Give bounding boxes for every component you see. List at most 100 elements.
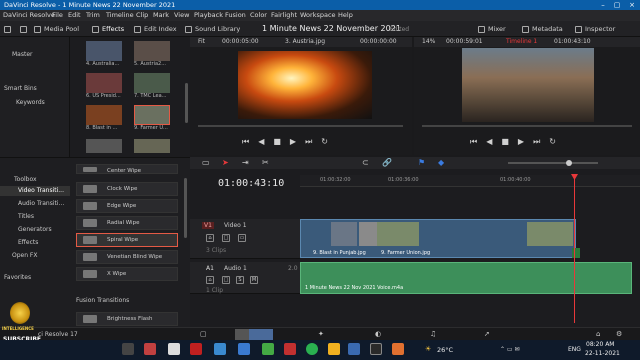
taskbar-app-icon[interactable] <box>214 343 226 355</box>
cat-generators[interactable]: Generators <box>18 226 52 233</box>
stop-icon[interactable]: ■ <box>273 137 281 149</box>
media-thumb[interactable] <box>134 73 170 93</box>
marker-icon[interactable]: ◆ <box>438 158 444 167</box>
deliver-page-icon[interactable]: ➚ <box>484 330 490 338</box>
fx-edge-wipe[interactable]: Edge Wipe <box>76 199 178 213</box>
mixer-button[interactable]: Mixer <box>478 23 506 35</box>
media-page-icon[interactable]: ▢ <box>200 330 207 338</box>
trim-tool-icon[interactable]: ⇥ <box>242 158 249 167</box>
edit-page-icon[interactable] <box>249 329 273 340</box>
timeline-scrubber[interactable] <box>422 125 632 127</box>
fx-radial-wipe[interactable]: Radial Wipe <box>76 216 178 230</box>
timeline-ruler[interactable]: 01:00:32:00 01:00:36:00 01:00:40:00 <box>300 175 640 187</box>
bin-keywords[interactable]: Keywords <box>16 99 45 106</box>
v1-name[interactable]: Video 1 <box>224 222 247 229</box>
audio-clip[interactable]: 1 Minute News 22 Nov 2021 Voice.m4a <box>300 262 632 294</box>
language-indicator[interactable]: ENG <box>568 346 581 353</box>
fx-brightness-flash[interactable]: Brightness Flash <box>76 312 178 326</box>
media-thumb[interactable] <box>86 139 122 153</box>
fx-center-wipe[interactable]: Center Wipe <box>76 164 178 174</box>
a1-name[interactable]: Audio 1 <box>224 265 247 272</box>
zoom-slider-handle[interactable] <box>566 160 572 166</box>
stop-icon[interactable]: ■ <box>501 137 509 149</box>
menu-workspace[interactable]: Workspace <box>300 11 336 19</box>
scrollbar[interactable] <box>185 83 188 123</box>
taskbar-app-icon[interactable] <box>144 343 156 355</box>
media-pool-button[interactable]: Media Pool <box>34 23 79 35</box>
cat-effects[interactable]: Effects <box>18 239 38 246</box>
play-icon[interactable]: ▶ <box>290 137 296 149</box>
play-icon[interactable]: ▶ <box>518 137 524 149</box>
weather-temp[interactable]: 26°C <box>437 346 453 354</box>
jump-start-icon[interactable]: ⏮ <box>470 137 477 149</box>
toolbar-menu[interactable] <box>4 23 27 35</box>
selection-tool-icon[interactable]: ➤ <box>222 158 229 167</box>
close-button[interactable]: × <box>625 0 639 10</box>
media-thumb[interactable] <box>134 139 170 153</box>
taskbar-app-icon[interactable] <box>284 343 296 355</box>
menu-playback[interactable]: Playback <box>194 11 223 19</box>
menu-edit[interactable]: Edit <box>68 11 81 19</box>
menu-view[interactable]: View <box>174 11 189 19</box>
fx-venetian-blind-wipe[interactable]: Venetian Blind Wipe <box>76 250 178 264</box>
link-icon[interactable]: 🔗 <box>382 158 392 167</box>
clock-time[interactable]: 08:20 AM <box>586 341 614 348</box>
cat-titles[interactable]: Titles <box>18 213 34 220</box>
tray-icons[interactable]: ⌃ ▭ ✉ <box>500 346 520 353</box>
jump-start-icon[interactable]: ⏮ <box>242 137 249 149</box>
video-clip-track[interactable]: 9. Blast in Punjab.jpg 9. Farmer Union.j… <box>300 219 576 258</box>
favorites-header[interactable]: Favorites <box>4 274 31 281</box>
cat-audio-transitions[interactable]: Audio Transiti... <box>18 200 64 207</box>
monitor-icon[interactable]: ▭ <box>238 234 246 242</box>
zoom-slider[interactable] <box>508 162 598 164</box>
auto-select-icon[interactable]: □ <box>222 276 230 284</box>
maximize-button[interactable]: ▢ <box>610 0 624 10</box>
cat-open-fx[interactable]: Open FX <box>12 252 38 259</box>
media-thumb[interactable] <box>86 73 122 93</box>
effects-scrollbar[interactable] <box>184 178 187 238</box>
loop-icon[interactable]: ↻ <box>549 137 556 149</box>
bin-master[interactable]: Master <box>12 51 33 58</box>
taskbar-app-icon[interactable] <box>122 343 134 355</box>
source-clip-name[interactable]: 3. Austria.jpg <box>285 38 325 45</box>
fairlight-page-icon[interactable]: ♫ <box>430 330 436 338</box>
edit-index-button[interactable]: Edit Index <box>134 23 177 35</box>
cat-video-transitions[interactable]: Video Transiti... <box>18 187 64 194</box>
jump-end-icon[interactable]: ⏭ <box>305 137 312 149</box>
vivaldi-icon[interactable] <box>190 343 202 355</box>
fit-dropdown[interactable]: Fit <box>198 38 205 45</box>
lock-icon[interactable]: ⌂ <box>206 276 214 284</box>
rewind-icon[interactable]: ◀ <box>258 137 264 149</box>
fx-x-wipe[interactable]: X Wipe <box>76 267 178 281</box>
zoom-level[interactable]: 14% <box>422 38 435 45</box>
fusion-page-icon[interactable]: ✦ <box>318 330 324 338</box>
menu-file[interactable]: File <box>52 11 63 19</box>
file-explorer-icon[interactable] <box>328 343 340 355</box>
snap-icon[interactable]: ⊂ <box>362 158 369 167</box>
fx-clock-wipe[interactable]: Clock Wipe <box>76 182 178 196</box>
fx-spiral-wipe[interactable]: Spiral Wipe <box>76 233 178 247</box>
layout-icon[interactable]: ▭ <box>202 158 210 167</box>
menu-mark[interactable]: Mark <box>153 11 169 19</box>
menu-color[interactable]: Color <box>250 11 267 19</box>
flag-icon[interactable]: ⚑ <box>418 158 425 167</box>
menu-clip[interactable]: Clip <box>136 11 148 19</box>
rewind-icon[interactable]: ◀ <box>486 137 492 149</box>
toolbox-header[interactable]: Toolbox <box>14 176 37 183</box>
davinci-taskbar-icon[interactable] <box>370 343 382 355</box>
media-thumb[interactable] <box>86 41 122 61</box>
taskbar-app-icon[interactable] <box>168 343 180 355</box>
metadata-button[interactable]: Metadata <box>522 23 563 35</box>
inspector-button[interactable]: Inspector <box>575 23 615 35</box>
media-thumb-selected[interactable] <box>134 105 170 125</box>
home-icon[interactable]: ⌂ <box>596 330 600 338</box>
source-scrubber[interactable] <box>198 125 403 127</box>
taskbar-app-icon[interactable] <box>262 343 274 355</box>
jump-end-icon[interactable]: ⏭ <box>533 137 540 149</box>
mute-button[interactable]: M <box>250 276 258 284</box>
taskbar-app-icon[interactable] <box>392 343 404 355</box>
whatsapp-icon[interactable] <box>306 343 318 355</box>
weather-icon[interactable]: ☀ <box>425 345 431 353</box>
effects-button[interactable]: Effects <box>92 23 124 35</box>
playhead[interactable] <box>574 175 575 323</box>
